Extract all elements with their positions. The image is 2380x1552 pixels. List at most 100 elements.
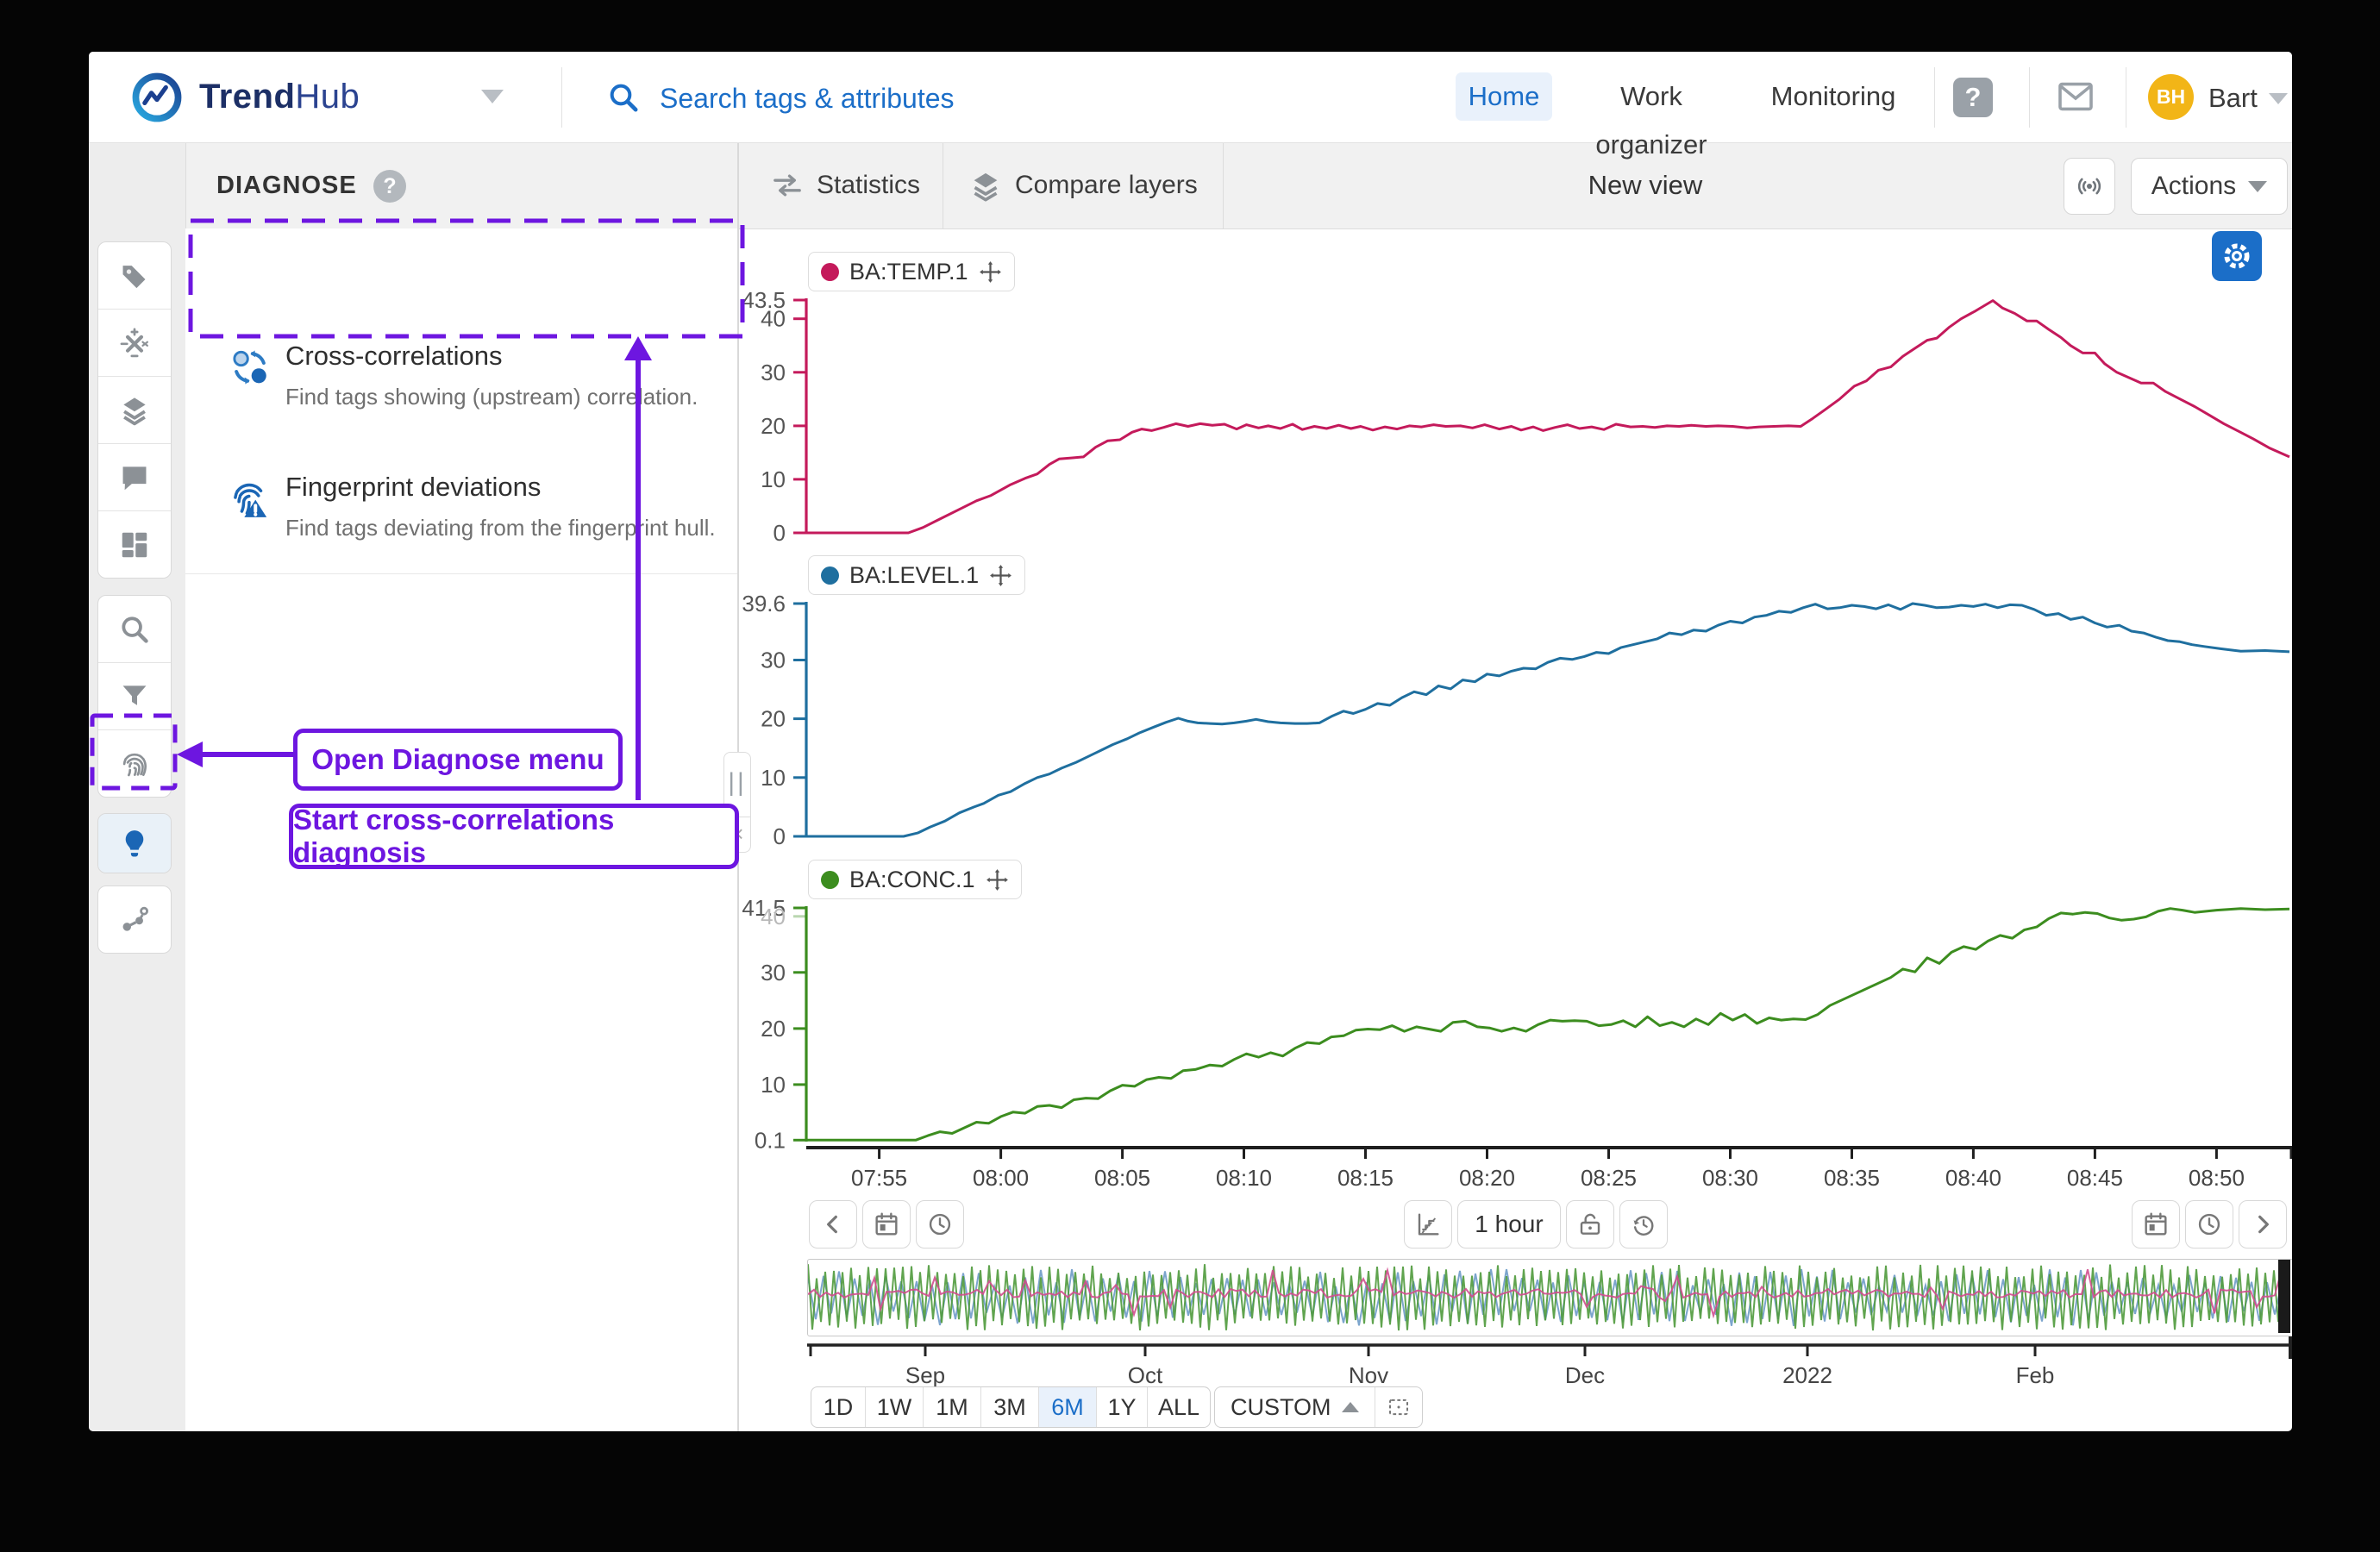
- y-tick-label: 0: [774, 520, 786, 546]
- tag-chip-BA:LEVEL.1[interactable]: BA:LEVEL.1: [808, 555, 1025, 595]
- sidebar-item-search[interactable]: [98, 596, 171, 662]
- topbar-divider: [1934, 67, 1935, 128]
- lock-icon: [1576, 1211, 1604, 1238]
- month-label: Oct: [1128, 1362, 1163, 1388]
- history-button[interactable]: [1619, 1200, 1668, 1248]
- chart-plot-area-BA:LEVEL.1[interactable]: [806, 604, 2289, 836]
- tab-monitoring[interactable]: Monitoring: [1769, 72, 1898, 121]
- chart-plot-area-BA:CONC.1[interactable]: [806, 908, 2289, 1141]
- interpolation-button[interactable]: [1404, 1200, 1452, 1248]
- actions-button[interactable]: Actions: [2131, 158, 2288, 215]
- sidebar-rail: [89, 142, 186, 1431]
- time-start-button[interactable]: [916, 1200, 964, 1248]
- y-tick-label: 10: [761, 466, 786, 492]
- range-button-1M[interactable]: 1M: [923, 1387, 980, 1427]
- diagnose-item-description: Find tags showing (upstream) correlation…: [285, 384, 698, 410]
- move-icon[interactable]: [986, 868, 1009, 892]
- swap-arrows-icon: [770, 168, 805, 203]
- sidebar-item-bulb-diagnose[interactable]: [98, 814, 171, 873]
- sidebar-item-network[interactable]: [98, 886, 171, 953]
- caret-up-icon: [1342, 1402, 1359, 1412]
- month-label: 2022: [1782, 1362, 1832, 1388]
- user-menu-caret-icon[interactable]: [2269, 93, 2288, 104]
- x-tick-label: 08:45: [2067, 1165, 2123, 1191]
- diagnose-item-title: Cross-correlations: [285, 341, 503, 372]
- sidebar-item-tag[interactable]: [98, 242, 171, 309]
- y-tick-label: 20: [761, 706, 786, 732]
- context-overview-strip[interactable]: [807, 1259, 2292, 1336]
- x-tick-label: 08:30: [1702, 1165, 1758, 1191]
- range-button-1W[interactable]: 1W: [865, 1387, 923, 1427]
- range-button-6M[interactable]: 6M: [1038, 1387, 1096, 1427]
- scroll-right-button[interactable]: [2239, 1200, 2287, 1248]
- diagnose-item-description: Find tags deviating from the fingerprint…: [285, 515, 716, 541]
- time-range-group: 1D1W1M3M6M1YALL: [811, 1386, 1211, 1428]
- range-button-1Y[interactable]: 1Y: [1096, 1387, 1147, 1427]
- topbar: TrendHub Home Work organizer Monitoring …: [89, 52, 2292, 143]
- broadcast-icon: [2074, 171, 2105, 202]
- user-name[interactable]: Bart: [2208, 83, 2258, 114]
- month-label: Feb: [2016, 1362, 2055, 1388]
- cal-icon: [2142, 1211, 2170, 1238]
- sidebar-item-filter[interactable]: [98, 662, 171, 729]
- x-tick-label: 08:50: [2189, 1165, 2245, 1191]
- cal-icon: [873, 1211, 900, 1238]
- tag-name: BA:TEMP.1: [849, 259, 968, 285]
- y-tick-label: 30: [761, 648, 786, 673]
- comment-icon: [118, 461, 151, 494]
- network-icon: [118, 904, 151, 936]
- tab-work-organizer[interactable]: Work organizer: [1565, 72, 1738, 121]
- sidebar-item-layers[interactable]: [98, 376, 171, 443]
- custom-range-button[interactable]: CUSTOM: [1215, 1387, 1375, 1427]
- tag-icon: [118, 260, 151, 292]
- scroll-left-button[interactable]: [809, 1200, 857, 1248]
- filter-icon: [118, 680, 151, 713]
- topbar-divider: [561, 67, 562, 128]
- sidebar-item-fingerprint[interactable]: [98, 729, 171, 797]
- sidebar-item-comment[interactable]: [98, 443, 171, 510]
- sidebar-item-formula[interactable]: [98, 309, 171, 376]
- y-tick-label: 30: [761, 960, 786, 986]
- caret-down-icon: [2248, 181, 2267, 192]
- tag-name: BA:LEVEL.1: [849, 562, 979, 589]
- tag-chip-BA:TEMP.1[interactable]: BA:TEMP.1: [808, 252, 1015, 291]
- annotation-open-diagnose-menu: Open Diagnose menu: [293, 729, 623, 791]
- app-switcher-caret-icon[interactable]: [481, 90, 504, 103]
- mail-icon[interactable]: [2055, 76, 2096, 117]
- rail-group: [97, 813, 172, 873]
- y-tick-label: 40: [761, 306, 786, 332]
- trendhub-logo-icon: [130, 71, 184, 124]
- fit-view-button[interactable]: [1375, 1387, 1422, 1427]
- tab-home[interactable]: Home: [1456, 72, 1552, 121]
- sidebar-item-dashboard[interactable]: [98, 510, 171, 578]
- layers-icon: [968, 168, 1003, 203]
- panel-separator: [185, 573, 737, 574]
- tag-chip-BA:CONC.1[interactable]: BA:CONC.1: [808, 860, 1022, 899]
- chart-settings-button[interactable]: [2212, 231, 2262, 281]
- lock-timespan-button[interactable]: [1566, 1200, 1614, 1248]
- calendar-start-button[interactable]: [862, 1200, 911, 1248]
- move-icon[interactable]: [989, 564, 1012, 587]
- month-label: Dec: [1565, 1362, 1605, 1388]
- live-broadcast-button[interactable]: [2064, 158, 2115, 215]
- compare-layers-button[interactable]: Compare layers: [968, 142, 1198, 228]
- search-input[interactable]: [658, 72, 1368, 124]
- diagnose-help-icon[interactable]: ?: [373, 170, 406, 203]
- range-button-ALL[interactable]: ALL: [1147, 1387, 1210, 1427]
- avatar[interactable]: BH: [2148, 74, 2194, 120]
- chevR-icon: [2249, 1211, 2277, 1238]
- time-end-button[interactable]: [2185, 1200, 2233, 1248]
- toolbar-divider: [1223, 142, 1224, 228]
- y-tick-label: 30: [761, 360, 786, 385]
- y-tick-label: 40: [761, 904, 786, 929]
- time-span-button[interactable]: 1 hour: [1457, 1200, 1561, 1248]
- app-title: TrendHub: [199, 78, 360, 116]
- statistics-button[interactable]: Statistics: [770, 142, 920, 228]
- calendar-end-button[interactable]: [2132, 1200, 2180, 1248]
- range-button-3M[interactable]: 3M: [980, 1387, 1038, 1427]
- help-icon[interactable]: ?: [1953, 78, 1993, 117]
- month-label: Nov: [1349, 1362, 1388, 1388]
- range-button-1D[interactable]: 1D: [811, 1387, 865, 1427]
- chart-plot-area-BA:TEMP.1[interactable]: [806, 300, 2289, 533]
- move-icon[interactable]: [979, 260, 1002, 284]
